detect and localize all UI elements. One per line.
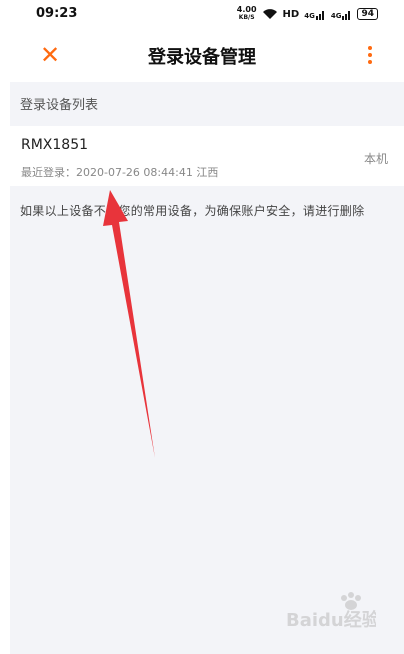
device-name: RMX1851 <box>21 137 89 153</box>
page-title: 登录设备管理 <box>148 47 256 68</box>
more-vertical-icon <box>368 46 372 50</box>
more-vertical-icon <box>368 53 372 57</box>
signal-4g-icon: 4G <box>304 9 326 20</box>
network-speed-unit: KB/S <box>238 14 255 21</box>
battery-icon: 94 <box>357 8 378 20</box>
status-bar: 09:23 4.00 KB/S HD 4G 4G 94 <box>0 0 404 28</box>
current-device-badge: 本机 <box>363 152 388 166</box>
nav-bar: ✕ 登录设备管理 <box>0 28 404 82</box>
more-vertical-icon <box>368 60 372 64</box>
device-last-login: 最近登录：2020-07-26 08:44:41 江西 <box>21 166 219 179</box>
security-hint: 如果以上设备不是您的常用设备，为确保账户安全，请进行删除 <box>20 204 365 218</box>
more-options-button[interactable] <box>358 41 382 69</box>
status-icons: 4.00 KB/S HD 4G 4G 94 <box>237 5 378 23</box>
signal-4g-icon: 4G <box>331 9 353 20</box>
baidu-watermark: Baidu经验 <box>284 590 381 632</box>
hd-label: HD <box>282 8 300 20</box>
paw-logo-icon: Baidu经验 <box>286 592 381 631</box>
content-area: 登录设备列表 RMX1851 最近登录：2020-07-26 08:44:41 … <box>10 82 404 654</box>
device-row[interactable]: RMX1851 最近登录：2020-07-26 08:44:41 江西 本机 <box>10 126 404 186</box>
watermark-text: Baidu经验 <box>286 609 376 631</box>
status-time: 09:23 <box>36 6 78 21</box>
network-speed: 4.00 KB/S <box>237 6 257 22</box>
section-header: 登录设备列表 <box>20 98 99 113</box>
wifi-icon <box>262 9 277 19</box>
network-speed-value: 4.00 <box>236 5 257 14</box>
battery-level: 94 <box>361 9 374 19</box>
